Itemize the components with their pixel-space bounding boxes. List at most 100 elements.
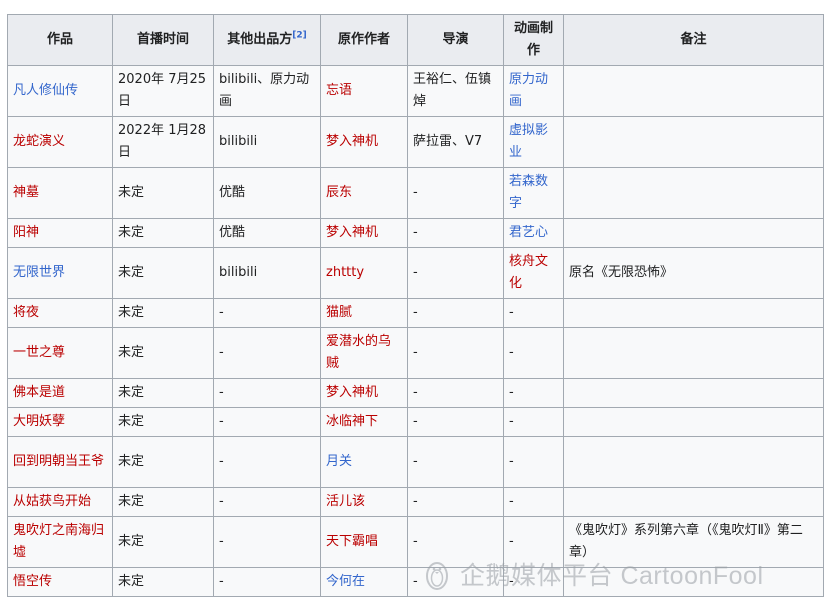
author-cell: 爱潜水的乌贼 bbox=[320, 327, 408, 379]
director-cell: - bbox=[407, 218, 504, 248]
col-header-premiere[interactable]: 首播时间 bbox=[112, 14, 214, 66]
note-cell bbox=[563, 298, 824, 328]
author-link[interactable]: 梦入神机 bbox=[326, 385, 378, 400]
producer-cell: - bbox=[213, 407, 321, 437]
director-cell: - bbox=[407, 247, 504, 299]
col-header-note[interactable]: 备注 bbox=[563, 14, 824, 66]
studio-link[interactable]: 核舟文化 bbox=[509, 254, 548, 291]
studio-cell: - bbox=[503, 516, 564, 568]
author-link[interactable]: 爱潜水的乌贼 bbox=[326, 334, 391, 371]
note-cell: 原名《无限恐怖》 bbox=[563, 247, 824, 299]
director-cell: - bbox=[407, 298, 504, 328]
producer-cell: bilibili、原力动画 bbox=[213, 65, 321, 117]
col-header-author[interactable]: 原作作者 bbox=[320, 14, 408, 66]
work-link[interactable]: 鬼吹灯之南海归墟 bbox=[13, 523, 104, 560]
studio-cell: - bbox=[503, 298, 564, 328]
work-link[interactable]: 凡人修仙传 bbox=[13, 83, 78, 98]
studio-link[interactable]: 虚拟影业 bbox=[509, 123, 548, 160]
author-link[interactable]: 梦入神机 bbox=[326, 225, 378, 240]
studio-link[interactable]: 原力动画 bbox=[509, 72, 548, 109]
table-row: 一世之尊 未定 - 爱潜水的乌贼 - - bbox=[7, 327, 824, 379]
premiere-cell: 未定 bbox=[112, 436, 214, 488]
work-link[interactable]: 从姑获鸟开始 bbox=[13, 494, 91, 509]
premiere-cell: 未定 bbox=[112, 247, 214, 299]
note-cell bbox=[563, 167, 824, 219]
table-row: 阳神 未定 优酷 梦入神机 - 君艺心 bbox=[7, 218, 824, 248]
author-link[interactable]: 月关 bbox=[326, 454, 352, 469]
author-cell: 忘语 bbox=[320, 65, 408, 117]
work-link[interactable]: 无限世界 bbox=[13, 265, 65, 280]
studio-link[interactable]: 君艺心 bbox=[509, 225, 548, 240]
col-header-work[interactable]: 作品 bbox=[7, 14, 113, 66]
col-header-director[interactable]: 导演 bbox=[407, 14, 504, 66]
director-cell: 王裕仁、伍镇焯 bbox=[407, 65, 504, 117]
work-link[interactable]: 将夜 bbox=[13, 305, 39, 320]
studio-cell: - bbox=[503, 378, 564, 408]
author-cell: 天下霸唱 bbox=[320, 516, 408, 568]
work-cell: 大明妖孽 bbox=[7, 407, 113, 437]
reference-link[interactable]: [2] bbox=[292, 31, 307, 41]
author-link[interactable]: 天下霸唱 bbox=[326, 534, 378, 549]
author-link[interactable]: 辰东 bbox=[326, 185, 352, 200]
studio-cell: - bbox=[503, 407, 564, 437]
studio-cell: 核舟文化 bbox=[503, 247, 564, 299]
note-cell bbox=[563, 327, 824, 379]
producer-cell: 优酷 bbox=[213, 167, 321, 219]
work-link[interactable]: 大明妖孽 bbox=[13, 414, 65, 429]
author-link[interactable]: 冰临神下 bbox=[326, 414, 378, 429]
studio-link[interactable]: 若森数字 bbox=[509, 174, 548, 211]
table-row: 鬼吹灯之南海归墟 未定 - 天下霸唱 - - 《鬼吹灯》系列第六章（《鬼吹灯Ⅱ》… bbox=[7, 516, 824, 568]
premiere-cell: 未定 bbox=[112, 378, 214, 408]
work-cell: 将夜 bbox=[7, 298, 113, 328]
author-link[interactable]: 今何在 bbox=[326, 574, 365, 589]
work-link[interactable]: 神墓 bbox=[13, 185, 39, 200]
table-row: 龙蛇演义 2022年 1月28日 bilibili 梦入神机 萨拉雷、V7 虚拟… bbox=[7, 116, 824, 168]
director-cell: - bbox=[407, 407, 504, 437]
author-link[interactable]: 忘语 bbox=[326, 83, 352, 98]
note-cell bbox=[563, 378, 824, 408]
header-row: 作品 首播时间 其他出品方[2] 原作作者 导演 动画制作 备注 bbox=[7, 14, 824, 66]
author-link[interactable]: 猫腻 bbox=[326, 305, 352, 320]
note-cell bbox=[563, 407, 824, 437]
author-cell: 猫腻 bbox=[320, 298, 408, 328]
table-row: 从姑获鸟开始 未定 - 活儿该 - - bbox=[7, 487, 824, 517]
table-row: 将夜 未定 - 猫腻 - - bbox=[7, 298, 824, 328]
premiere-cell: 未定 bbox=[112, 327, 214, 379]
col-header-producer[interactable]: 其他出品方[2] bbox=[213, 14, 321, 66]
note-cell bbox=[563, 487, 824, 517]
table-row: 回到明朝当王爷 未定 - 月关 - - bbox=[7, 436, 824, 488]
work-link[interactable]: 龙蛇演义 bbox=[13, 134, 65, 149]
col-header-producer-label: 其他出品方 bbox=[227, 32, 293, 47]
premiere-cell: 未定 bbox=[112, 487, 214, 517]
work-link[interactable]: 一世之尊 bbox=[13, 345, 65, 360]
work-link[interactable]: 回到明朝当王爷 bbox=[13, 454, 104, 469]
author-link[interactable]: 梦入神机 bbox=[326, 134, 378, 149]
premiere-cell: 未定 bbox=[112, 218, 214, 248]
director-cell: - bbox=[407, 327, 504, 379]
author-cell: zhttty bbox=[320, 247, 408, 299]
director-cell: - bbox=[407, 378, 504, 408]
work-link[interactable]: 佛本是道 bbox=[13, 385, 65, 400]
table-row: 凡人修仙传 2020年 7月25日 bilibili、原力动画 忘语 王裕仁、伍… bbox=[7, 65, 824, 117]
producer-cell: bilibili bbox=[213, 116, 321, 168]
producer-cell: - bbox=[213, 436, 321, 488]
table-row: 神墓 未定 优酷 辰东 - 若森数字 bbox=[7, 167, 824, 219]
col-header-studio[interactable]: 动画制作 bbox=[503, 14, 564, 66]
work-cell: 凡人修仙传 bbox=[7, 65, 113, 117]
work-link[interactable]: 悟空传 bbox=[13, 574, 52, 589]
note-cell bbox=[563, 65, 824, 117]
table-row: 悟空传 未定 - 今何在 - - bbox=[7, 567, 824, 597]
studio-cell: - bbox=[503, 327, 564, 379]
work-cell: 无限世界 bbox=[7, 247, 113, 299]
studio-cell: 君艺心 bbox=[503, 218, 564, 248]
work-cell: 阳神 bbox=[7, 218, 113, 248]
premiere-cell: 未定 bbox=[112, 516, 214, 568]
director-cell: - bbox=[407, 436, 504, 488]
author-link[interactable]: 活儿该 bbox=[326, 494, 365, 509]
author-cell: 辰东 bbox=[320, 167, 408, 219]
producer-cell: - bbox=[213, 378, 321, 408]
author-link[interactable]: zhttty bbox=[326, 265, 364, 280]
work-link[interactable]: 阳神 bbox=[13, 225, 39, 240]
note-cell bbox=[563, 567, 824, 597]
author-cell: 冰临神下 bbox=[320, 407, 408, 437]
